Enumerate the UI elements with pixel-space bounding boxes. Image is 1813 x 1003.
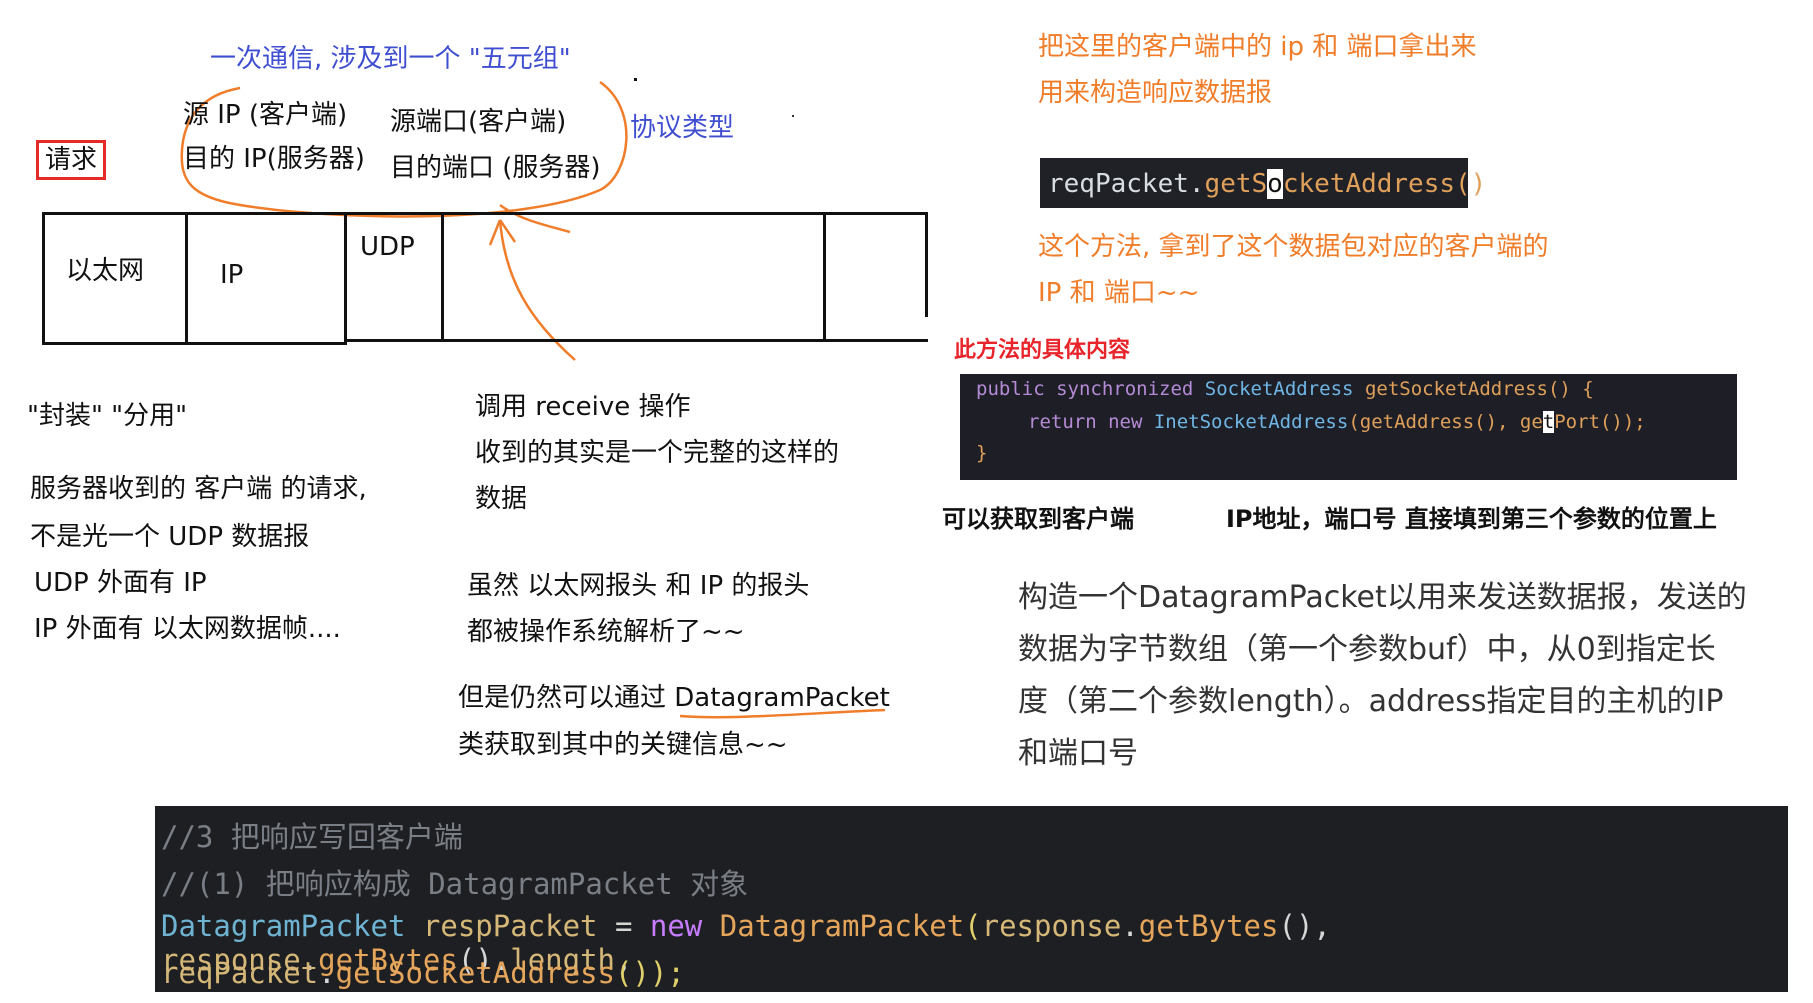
datagrampacket-note-line: 但是仍然可以通过 DatagramPacket (458, 683, 890, 713)
udp-label: UDP (360, 232, 415, 262)
code-token: getS (1204, 169, 1268, 199)
code-token: return new (1028, 411, 1154, 433)
code-token: SocketAddress (1204, 378, 1365, 400)
datagrampacket-note-line: 类获取到其中的关键信息~~ (458, 730, 788, 760)
take-out-note: 把这里的客户端中的 ip 和 端口拿出来 (1038, 32, 1477, 62)
code-token: = (614, 909, 650, 943)
receive-note-line: 数据 (475, 484, 528, 514)
method-content-title: 此方法的具体内容 (954, 338, 1131, 363)
code-token: new (649, 909, 720, 943)
code-token: cketAddress (1282, 169, 1456, 199)
code-token: DatagramPacket (161, 909, 423, 943)
src-ip-label: 源 IP (客户端) (183, 100, 348, 130)
code-token: reqPacket (161, 956, 319, 990)
protocol-type-label: 协议类型 (630, 113, 735, 143)
parsed-note-line: 都被操作系统解析了~~ (467, 617, 745, 647)
code-token: response (981, 909, 1122, 943)
bold-note-left: 可以获取到客户端 (942, 505, 1134, 533)
code-token: reqPacket (1048, 169, 1189, 199)
code-token: . (318, 956, 336, 990)
dst-port-label: 目的端口 (服务器) (390, 153, 601, 183)
code-token: ( (964, 909, 982, 943)
take-out-note: 用来构造响应数据报 (1038, 78, 1273, 108)
dst-ip-label: 目的 IP(服务器) (183, 144, 365, 174)
ip-label: IP (220, 260, 244, 290)
text-cursor: o (1267, 169, 1283, 199)
description-line: 和端口号 (1018, 736, 1138, 771)
datagrampacket-description: 构造一个DatagramPacket以用来发送数据报，发送的 数据为字节数组（第… (1018, 572, 1747, 780)
parsed-note-line: 虽然 以太网报头 和 IP 的报头 (467, 571, 810, 601)
response-code-snippet: //3 把响应写回客户端 //(1) 把响应构成 DatagramPacket … (155, 806, 1788, 992)
code-token: ()); (614, 956, 685, 990)
code-token: public synchronized (976, 378, 1205, 400)
code-token: getSocketAddress (335, 956, 615, 990)
code-comment: //3 把响应写回客户端 (161, 820, 463, 854)
ip-segment (185, 212, 347, 345)
code-token: . (1188, 169, 1205, 199)
receive-note-line: 调用 receive 操作 (475, 392, 691, 422)
code-token: } (976, 442, 988, 464)
method-note: 这个方法, 拿到了这个数据包对应的客户端的 (1038, 232, 1549, 262)
method-note: IP 和 端口~~ (1038, 278, 1200, 308)
src-port-label: 源端口(客户端) (390, 107, 567, 137)
text-cursor: t (1542, 411, 1555, 433)
left-note-line: 服务器收到的 客户端 的请求, (30, 474, 367, 504)
code-token: Port()); (1554, 411, 1646, 433)
code-comment: //(1) 把响应构成 DatagramPacket 对象 (161, 867, 749, 901)
trailer-segment (823, 212, 928, 342)
code-token: () (1455, 169, 1487, 199)
left-note-line: UDP 外面有 IP (34, 568, 207, 598)
payload-segment (441, 212, 826, 342)
ethernet-label: 以太网 (66, 256, 145, 286)
code-token: respPacket (422, 909, 615, 943)
receive-note-line: 收到的其实是一个完整的这样的 (475, 438, 840, 468)
description-line: 数据为字节数组（第一个参数buf）中，从0到指定长 (1018, 632, 1716, 667)
code-line: public synchronized SocketAddress getSoc… (976, 378, 1594, 400)
getsocketaddress-snippet: reqPacket.getSocketAddress() (1040, 158, 1486, 208)
code-token: (getAddress(), ge (1348, 411, 1543, 433)
code-token: getBytes (1138, 909, 1279, 943)
code-line: } (976, 442, 987, 464)
code-line: reqPacket.getSocketAddress()); (161, 956, 685, 990)
request-label: 请求 (36, 140, 106, 180)
trailer-edge (925, 212, 928, 317)
description-line: 度（第二个参数length）。address指定目的主机的IP (1018, 684, 1724, 719)
java-source-snippet: public synchronized SocketAddress getSoc… (960, 374, 1737, 480)
code-token: getSocketAddress() { (1364, 378, 1594, 400)
bold-note-right: IP地址，端口号 直接填到第三个参数的位置上 (1226, 505, 1717, 533)
code-token: DatagramPacket (719, 909, 965, 943)
dot-mark (634, 78, 637, 81)
left-note-line: IP 外面有 以太网数据帧.... (34, 614, 341, 644)
left-note-line: 不是光一个 UDP 数据报 (30, 522, 310, 552)
encapsulation-note: "封装" "分用" (27, 401, 188, 431)
dot-mark-2 (792, 115, 794, 117)
code-token: InetSocketAddress (1153, 411, 1349, 433)
code-token: . (1121, 909, 1139, 943)
quintuple-note: 一次通信, 涉及到一个 "五元组" (210, 44, 571, 74)
code-token: (), (1278, 909, 1331, 943)
description-line: 构造一个DatagramPacket以用来发送数据报，发送的 (1018, 580, 1747, 615)
code-line: return new InetSocketAddress(getAddress(… (1028, 411, 1646, 433)
